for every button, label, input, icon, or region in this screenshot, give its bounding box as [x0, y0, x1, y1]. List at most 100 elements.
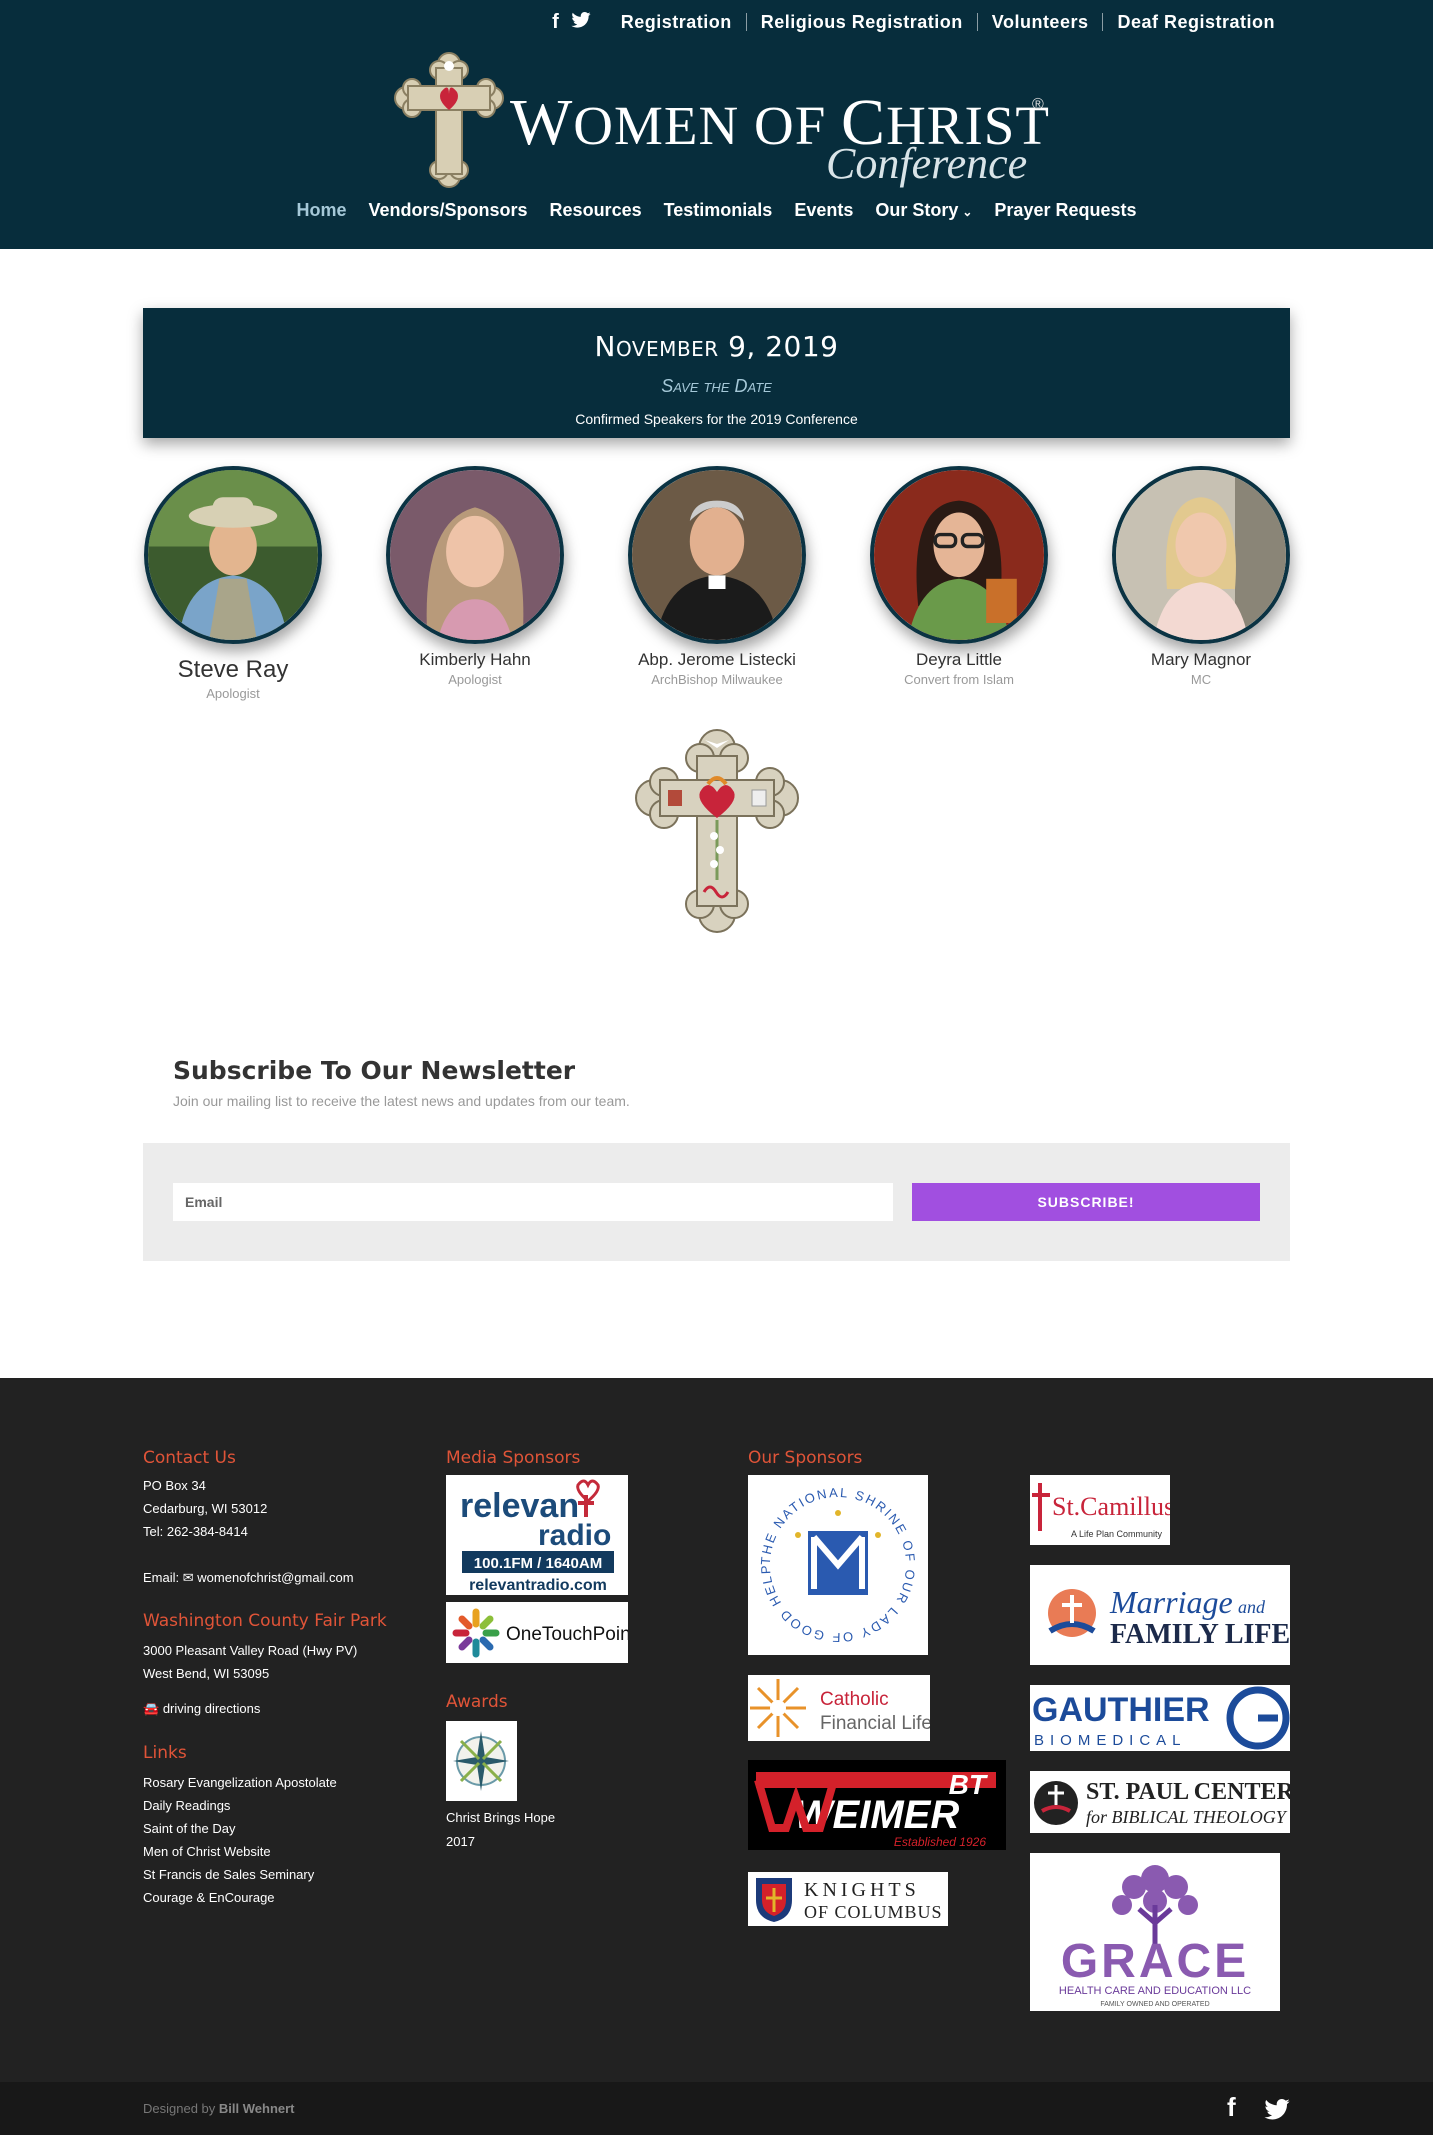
speaker-name: Mary Magnor — [1150, 650, 1252, 669]
speaker-role: Apologist — [448, 672, 502, 687]
our-sponsors-heading: Our Sponsors — [748, 1448, 863, 1468]
svg-text:radio: radio — [538, 1519, 611, 1552]
nav-vendors-sponsors[interactable]: Vendors/Sponsors — [369, 200, 528, 221]
nav-our-story-label: Our Story — [875, 200, 959, 220]
award-badge[interactable] — [446, 1721, 517, 1801]
newsletter-form: SUBSCRIBE! — [143, 1143, 1290, 1261]
nav-home[interactable]: Home — [296, 200, 346, 221]
speaker-photo — [870, 466, 1048, 644]
deaf-registration-link[interactable]: Deaf Registration — [1102, 13, 1289, 31]
venue-heading: Washington County Fair Park — [143, 1611, 387, 1631]
subscribe-button[interactable]: SUBSCRIBE! — [912, 1183, 1260, 1221]
catholic-financial-life-logo[interactable]: Catholic Financial Life — [748, 1675, 930, 1741]
speaker-role: Apologist — [206, 686, 260, 701]
twitter-icon[interactable] — [571, 11, 591, 34]
nav-resources[interactable]: Resources — [550, 200, 642, 221]
svg-text:and: and — [1238, 1597, 1266, 1617]
weimer-logo[interactable]: BT WEIMER Established 1926 — [748, 1760, 1006, 1850]
volunteers-link[interactable]: Volunteers — [976, 13, 1103, 31]
facebook-icon[interactable]: f — [552, 11, 559, 34]
venue-line: West Bend, WI 53095 — [143, 1666, 270, 1681]
newsletter-description: Join our mailing list to receive the lat… — [173, 1093, 630, 1109]
national-shrine-logo[interactable]: THE NATIONAL SHRINE OF OUR LADY OF GOOD … — [748, 1475, 928, 1655]
speaker-name: Kimberly Hahn — [419, 650, 531, 669]
speaker-card: Abp. Jerome Listecki ArchBishop Milwauke… — [627, 466, 807, 687]
facebook-icon[interactable]: f — [1227, 2092, 1236, 2123]
driving-directions-link[interactable]: 🚘 driving directions — [143, 1701, 260, 1717]
banner-description: Confirmed Speakers for the 2019 Conferen… — [575, 411, 858, 427]
top-bar: f Registration Religious Registration Vo… — [552, 10, 1289, 34]
nav-prayer-requests[interactable]: Prayer Requests — [994, 200, 1136, 221]
speaker-photo — [144, 466, 322, 644]
svg-text:KNIGHTS: KNIGHTS — [804, 1879, 920, 1901]
main-nav: Home Vendors/Sponsors Resources Testimon… — [0, 200, 1433, 221]
speaker-name: Deyra Little — [916, 650, 1002, 669]
svg-text:OF COLUMBUS: OF COLUMBUS — [804, 1902, 943, 1922]
awards-heading: Awards — [446, 1692, 508, 1712]
email-link[interactable]: womenofchrist@gmail.com — [197, 1570, 353, 1585]
speaker-name: Abp. Jerome Listecki — [638, 650, 796, 669]
bottom-bar: Designed by Bill Wehnert f — [0, 2082, 1433, 2135]
speaker-card: Steve Ray Apologist — [143, 466, 323, 701]
newsletter-title: Subscribe To Our Newsletter — [173, 1056, 576, 1085]
twitter-icon[interactable] — [1264, 2096, 1290, 2127]
st-paul-center-logo[interactable]: ST. PAUL CENTER for BIBLICAL THEOLOGY — [1030, 1771, 1290, 1833]
contact-line: Tel: 262-384-8414 — [143, 1524, 248, 1539]
award-line: 2017 — [446, 1834, 475, 1849]
svg-text:HEALTH CARE AND EDUCATION LLC: HEALTH CARE AND EDUCATION LLC — [1059, 1985, 1251, 1997]
svg-text:relevantradio.com: relevantradio.com — [469, 1577, 607, 1594]
event-date: November 9, 2019 — [594, 330, 839, 363]
registration-link[interactable]: Registration — [603, 13, 746, 31]
car-icon: 🚘 — [143, 1701, 160, 1716]
svg-text:OneTouchPoint: OneTouchPoint — [506, 1624, 628, 1645]
st-camillus-logo[interactable]: St.Camillus A Life Plan Community — [1030, 1475, 1170, 1545]
decorative-cross-icon — [635, 729, 799, 933]
email-input[interactable] — [173, 1183, 893, 1221]
links-heading: Links — [143, 1743, 187, 1763]
svg-text:ST. PAUL CENTER: ST. PAUL CENTER — [1086, 1779, 1290, 1805]
contact-line: Cedarburg, WI 53012 — [143, 1501, 268, 1516]
svg-text:St.Camillus: St.Camillus — [1052, 1492, 1170, 1521]
footer-link[interactable]: Saint of the Day — [143, 1821, 236, 1836]
nav-testimonials[interactable]: Testimonials — [664, 200, 773, 221]
footer-link[interactable]: Rosary Evangelization Apostolate — [143, 1775, 337, 1790]
designer-credit: Designed by Bill Wehnert — [143, 2101, 295, 2116]
religious-registration-link[interactable]: Religious Registration — [745, 13, 977, 31]
nav-our-story[interactable]: Our Story ⌄ — [875, 200, 972, 221]
speaker-role: Convert from Islam — [904, 672, 1014, 687]
email-label: Email: — [143, 1570, 180, 1585]
relevant-radio-logo[interactable]: relevan radio 100.1FM / 1640AM relevantr… — [446, 1475, 628, 1595]
nav-events[interactable]: Events — [794, 200, 853, 221]
logo-subtitle: Conference — [826, 139, 1028, 188]
envelope-icon: ✉ — [182, 1570, 194, 1585]
speaker-photo — [386, 466, 564, 644]
svg-text:for BIBLICAL THEOLOGY: for BIBLICAL THEOLOGY — [1086, 1807, 1288, 1827]
footer-link[interactable]: Daily Readings — [143, 1798, 230, 1813]
svg-text:Catholic: Catholic — [820, 1689, 889, 1710]
svg-text:A Life Plan Community: A Life Plan Community — [1071, 1529, 1163, 1539]
svg-text:Established 1926: Established 1926 — [894, 1835, 986, 1849]
footer-link[interactable]: Men of Christ Website — [143, 1844, 271, 1859]
cross-logo-icon — [394, 52, 504, 188]
marriage-family-life-logo[interactable]: Marriage and FAMILY LIFE — [1030, 1565, 1290, 1665]
gauthier-biomedical-logo[interactable]: GAUTHIER BIOMEDICAL — [1030, 1685, 1290, 1751]
designer-name-link[interactable]: Bill Wehnert — [219, 2101, 295, 2116]
svg-text:Marriage: Marriage — [1109, 1584, 1233, 1620]
speaker-role: ArchBishop Milwaukee — [651, 672, 783, 687]
venue-line: 3000 Pleasant Valley Road (Hwy PV) — [143, 1643, 358, 1658]
svg-text:GRACE: GRACE — [1061, 1935, 1249, 1988]
award-line: Christ Brings Hope — [446, 1810, 556, 1825]
grace-health-care-logo[interactable]: GRACE HEALTH CARE AND EDUCATION LLC FAMI… — [1030, 1853, 1280, 2011]
knights-of-columbus-logo[interactable]: KNIGHTS OF COLUMBUS — [748, 1872, 948, 1926]
site-footer: Contact Us PO Box 34 Cedarburg, WI 53012… — [0, 1378, 1433, 2082]
driving-directions-label: driving directions — [162, 1701, 261, 1716]
site-logo[interactable]: WOMEN OF CHRIST ® Conference — [392, 50, 1052, 190]
footer-link[interactable]: St Francis de Sales Seminary — [143, 1867, 314, 1882]
media-sponsors-heading: Media Sponsors — [446, 1448, 581, 1468]
speaker-name: Steve Ray — [177, 656, 289, 683]
speaker-photo — [1112, 466, 1290, 644]
footer-link[interactable]: Courage & EnCourage — [143, 1890, 275, 1905]
onetouchpoint-logo[interactable]: OneTouchPoint — [446, 1602, 628, 1663]
date-banner: November 9, 2019 Save the Date Confirmed… — [143, 308, 1290, 438]
email-line: Email: ✉ womenofchrist@gmail.com — [143, 1570, 354, 1586]
